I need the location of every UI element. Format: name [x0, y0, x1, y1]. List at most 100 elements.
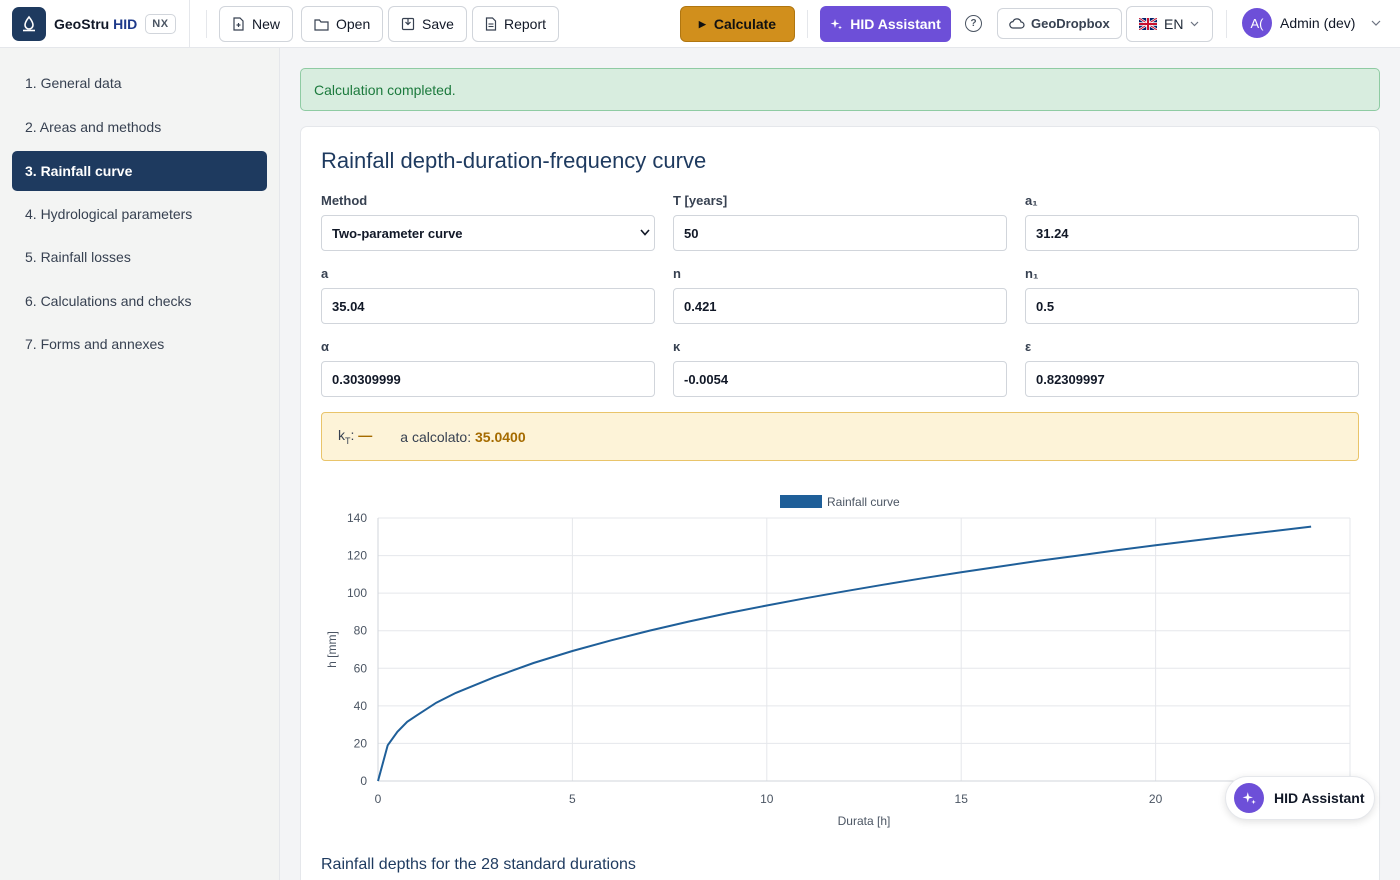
report-button-label: Report: [504, 16, 547, 32]
alpha-label: α: [321, 339, 329, 354]
report-icon: [485, 17, 497, 31]
series-line: [377, 525, 1312, 782]
sidebar-item-label: 5. Rainfall losses: [25, 249, 131, 265]
sidebar-item-label: 4. Hydrological parameters: [25, 206, 193, 222]
sidebar-item-label: 1. General data: [25, 75, 122, 91]
open-button[interactable]: Open: [301, 6, 384, 42]
y-tick-label: 120: [347, 549, 367, 563]
return-period-label: T [years]: [673, 193, 728, 208]
method-select[interactable]: Two-parameter curve: [321, 215, 655, 251]
save-icon: [401, 17, 415, 31]
y-tick-label: 40: [354, 699, 368, 713]
n-input[interactable]: [673, 288, 1007, 324]
calculate-button-label: Calculate: [713, 16, 777, 32]
method-label: Method: [321, 193, 368, 208]
save-button[interactable]: Save: [388, 6, 467, 42]
sidebar-item-rainfall-curve[interactable]: 3. Rainfall curve: [12, 151, 267, 191]
x-axis-title: Durata [h]: [838, 814, 891, 828]
sparkle-icon: [1234, 783, 1264, 813]
open-button-label: Open: [336, 16, 371, 32]
sidebar-item-forms-annexes[interactable]: 7. Forms and annexes: [12, 324, 267, 364]
kt-symbol: k: [338, 427, 345, 444]
a-calc-label: a calcolato: 35.0400: [400, 429, 525, 445]
app-title: GeoStru HID: [54, 16, 137, 32]
floating-assistant-button[interactable]: HID Assistant: [1225, 776, 1375, 820]
chevron-down-icon: [1372, 20, 1381, 26]
user-name: Admin (dev): [1280, 15, 1356, 31]
play-icon: ▶: [698, 18, 706, 29]
return-period-input[interactable]: [673, 215, 1007, 251]
x-tick-label: 10: [760, 792, 774, 806]
a1-label: a₁: [1025, 193, 1038, 208]
sidebar-item-general-data[interactable]: 1. General data: [12, 63, 267, 103]
calculate-button[interactable]: ▶ Calculate: [680, 6, 795, 42]
n-label: n: [673, 266, 681, 281]
sidebar-item-areas-methods[interactable]: 2. Areas and methods: [12, 107, 267, 147]
durations-table-title: Rainfall depths for the 28 standard dura…: [321, 856, 636, 873]
a1-input[interactable]: [1025, 215, 1359, 251]
sidebar: 1. General data 2. Areas and methods 3. …: [0, 48, 280, 880]
toolbar-divider: [1226, 10, 1227, 38]
sidebar-item-label: 6. Calculations and checks: [25, 293, 192, 309]
n1-label: n₁: [1025, 266, 1039, 281]
success-alert: Calculation completed.: [300, 68, 1380, 111]
sidebar-item-calculations-checks[interactable]: 6. Calculations and checks: [12, 281, 267, 321]
y-tick-label: 140: [347, 511, 367, 525]
sidebar-item-rainfall-losses[interactable]: 5. Rainfall losses: [12, 237, 267, 277]
kt-subscript: T: [345, 435, 351, 446]
a-calc-value: 35.0400: [475, 428, 526, 445]
geodropbox-button[interactable]: GeoDropbox: [997, 8, 1122, 39]
report-button[interactable]: Report: [472, 6, 560, 42]
sidebar-item-hydrological-parameters[interactable]: 4. Hydrological parameters: [12, 194, 267, 234]
y-tick-label: 60: [354, 661, 368, 675]
cloud-icon: [1009, 18, 1025, 29]
alpha-input[interactable]: [321, 361, 655, 397]
kappa-input[interactable]: [673, 361, 1007, 397]
legend-swatch: [780, 495, 822, 508]
floating-assistant-label: HID Assistant: [1274, 790, 1365, 806]
new-button-label: New: [252, 16, 281, 32]
app-logo-icon[interactable]: [12, 6, 46, 41]
alert-message: Calculation completed.: [314, 81, 456, 98]
new-button[interactable]: New: [219, 6, 294, 42]
a-label: a: [321, 266, 329, 281]
y-tick-label: 80: [354, 624, 368, 638]
save-button-label: Save: [422, 16, 454, 32]
toolbar-divider: [206, 10, 207, 38]
computed-parameters-box: kT: — a calcolato: 35.0400: [321, 412, 1359, 461]
kappa-label: κ: [673, 339, 681, 354]
avatar: A(: [1242, 8, 1272, 38]
x-tick-label: 5: [569, 792, 576, 806]
y-tick-label: 0: [360, 774, 367, 788]
chevron-down-icon: [1191, 21, 1199, 27]
sidebar-item-label: 2. Areas and methods: [25, 119, 162, 135]
rainfall-curve-card: Rainfall depth-duration-frequency curve …: [300, 126, 1380, 880]
folder-icon: [314, 18, 329, 31]
kt-value: —: [358, 427, 373, 444]
user-menu[interactable]: A( Admin (dev): [1242, 8, 1381, 38]
uk-flag-icon: [1139, 18, 1157, 30]
hid-assistant-label: HID Assistant: [850, 16, 941, 32]
x-tick-label: 20: [1149, 792, 1163, 806]
brand: GeoStru HID NX: [0, 0, 190, 48]
a-calc-text: a calcolato:: [400, 428, 472, 445]
language-label: EN: [1164, 16, 1184, 32]
language-selector[interactable]: EN: [1126, 6, 1213, 42]
rainfall-curve-chart: 0 20 40 60 80 100 120 140 0 5 10 15 20 Durata [h] h [m…: [325, 495, 1351, 828]
epsilon-label: ε: [1025, 339, 1032, 354]
hid-assistant-button[interactable]: HID Assistant: [820, 6, 951, 42]
kt-label: kT: —: [338, 427, 373, 446]
epsilon-input[interactable]: [1025, 361, 1359, 397]
new-file-icon: [233, 17, 244, 31]
a-input[interactable]: [321, 288, 655, 324]
help-icon[interactable]: ?: [965, 15, 982, 32]
top-bar: GeoStru HID NX New Open Save Report ▶ Ca…: [0, 0, 1400, 48]
brand-prefix: GeoStru: [54, 15, 110, 32]
y-tick-label: 100: [347, 586, 367, 600]
page-title: Rainfall depth-duration-frequency curve: [321, 148, 707, 173]
y-axis-title: h [mm]: [325, 631, 339, 668]
toolbar-divider: [807, 10, 808, 38]
brand-suffix: HID: [113, 15, 138, 32]
y-tick-label: 20: [354, 736, 368, 750]
n1-input[interactable]: [1025, 288, 1359, 324]
